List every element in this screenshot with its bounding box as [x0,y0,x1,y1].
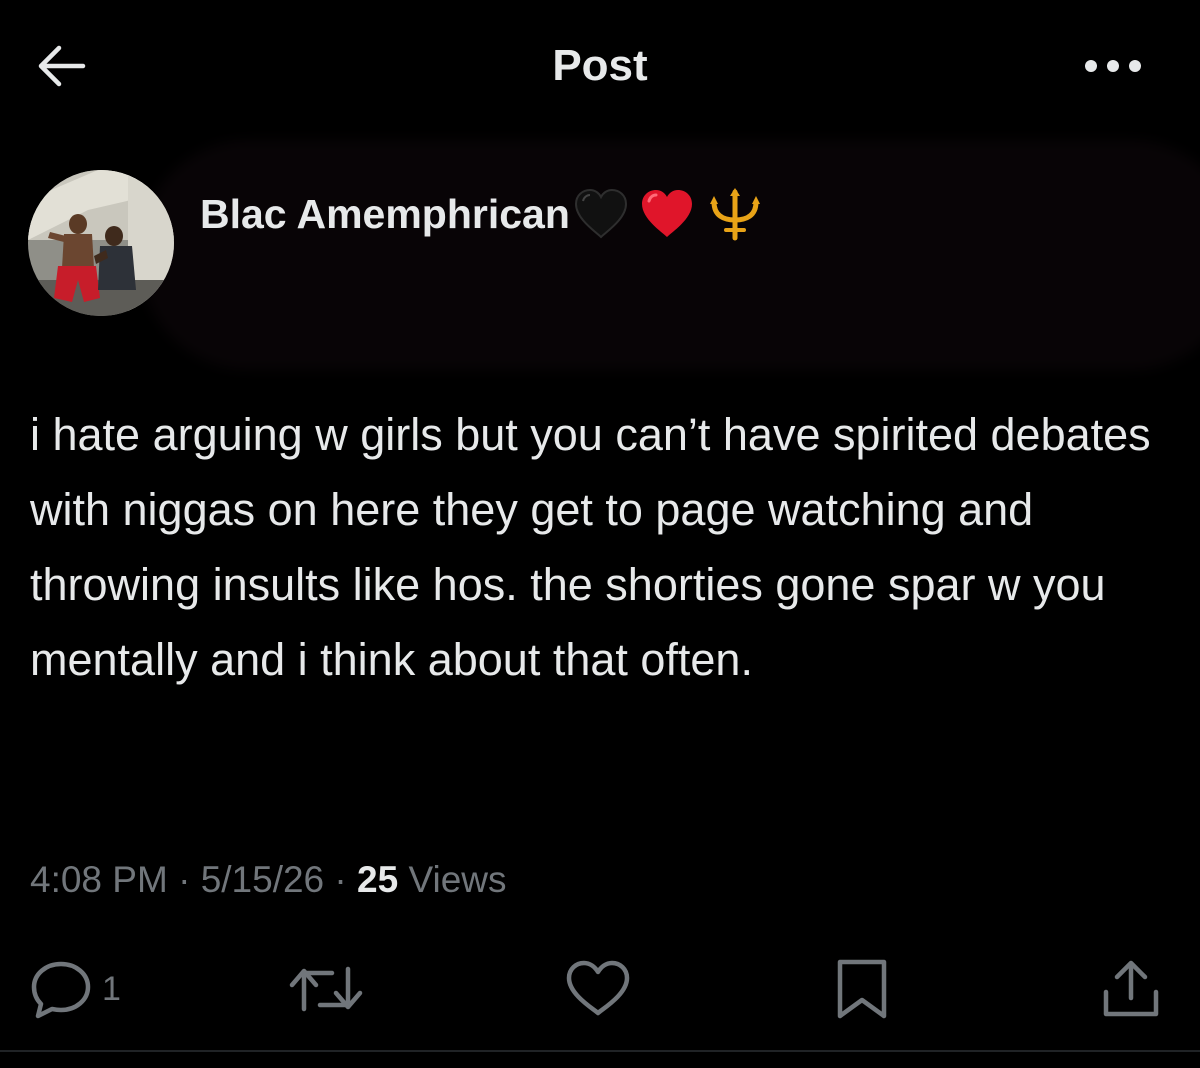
meta-separator-2: · [334,859,347,900]
reply-count: 1 [102,969,121,1008]
heart-outline-icon [566,960,630,1016]
avatar-photo [28,170,174,316]
repost-button[interactable] [288,954,364,1024]
trident-icon [706,186,764,242]
like-button[interactable] [564,954,632,1024]
more-options-button[interactable] [1078,44,1148,88]
author-name[interactable]: Blac Amemphrican [200,186,764,242]
repost-icon [289,966,363,1012]
reply-button[interactable]: 1 [28,954,121,1024]
post-meta: 4:08 PM · 5/15/26 · 25 Views [30,852,507,908]
post-date[interactable]: 5/15/26 [201,859,324,900]
share-icon [1103,960,1159,1017]
red-heart-icon [638,187,696,241]
post-time[interactable]: 4:08 PM [30,859,168,900]
action-bar: 1 [0,944,1200,1034]
bookmark-button[interactable] [832,954,892,1024]
share-button[interactable] [1098,954,1164,1024]
divider [0,1050,1200,1052]
avatar[interactable] [28,170,174,316]
page-title: Post [552,41,648,90]
reply-icon [31,961,91,1019]
redaction-overlay [140,140,1200,370]
display-name-text: Blac Amemphrican [200,191,570,237]
views-label: Views [408,859,507,900]
views-count: 25 [357,859,399,900]
bookmark-icon [837,959,887,1019]
top-bar: Post [0,0,1200,130]
black-heart-icon [572,187,630,241]
post-text: i hate arguing w girls but you can’t hav… [30,409,1151,685]
meta-separator: · [178,859,191,900]
more-dots-icon [1085,60,1141,72]
